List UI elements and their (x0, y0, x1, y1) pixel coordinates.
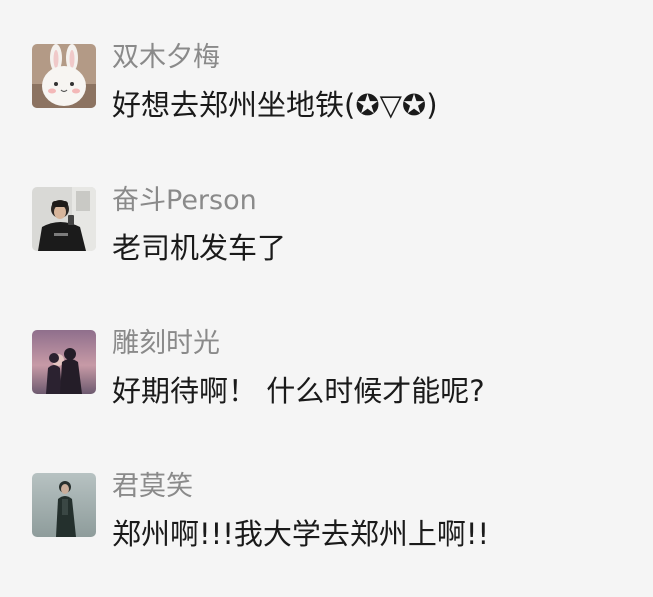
comment-item: 君莫笑 郑州啊!!!我大学去郑州上啊!! (0, 470, 653, 583)
comment-text: 好想去郑州坐地铁(✪▽✪) (112, 88, 438, 122)
comment-item: 奋斗Person 老司机发车了 (0, 184, 653, 297)
comment-item: 雕刻时光 好期待啊！ 什么时候才能呢? (0, 327, 653, 440)
bunny-avatar-icon[interactable] (32, 44, 96, 108)
comment-text: 老司机发车了 (112, 231, 287, 265)
comment-username[interactable]: 奋斗Person (112, 184, 257, 218)
person-photo-avatar-icon[interactable] (32, 187, 96, 251)
comment-text: 好期待啊！ 什么时候才能呢? (112, 374, 485, 408)
comment-username[interactable]: 雕刻时光 (112, 327, 220, 361)
comment-item: 双木夕梅 好想去郑州坐地铁(✪▽✪) (0, 41, 653, 154)
couple-sunset-avatar-icon[interactable] (32, 330, 96, 394)
comment-username[interactable]: 双木夕梅 (112, 41, 220, 75)
comment-text: 郑州啊!!!我大学去郑州上啊!! (112, 517, 490, 551)
standing-person-avatar-icon[interactable] (32, 473, 96, 537)
comment-username[interactable]: 君莫笑 (112, 470, 193, 504)
